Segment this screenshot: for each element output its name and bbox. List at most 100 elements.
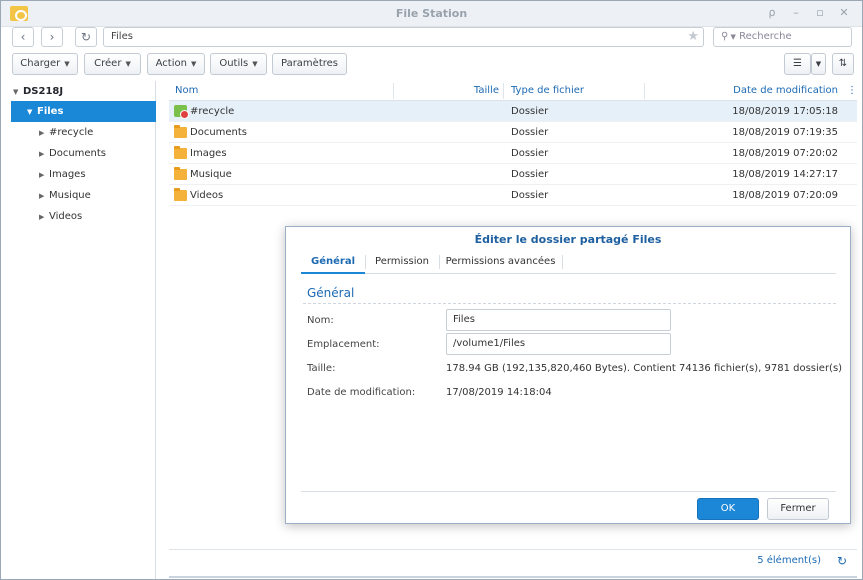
- emplacement-field[interactable]: /volume1/Files: [446, 333, 671, 355]
- sidebar-item-files[interactable]: ▼ Files: [11, 101, 156, 122]
- path-input[interactable]: Files ★: [103, 27, 704, 47]
- scrollbar[interactable]: [169, 576, 857, 578]
- chevron-right-icon: ›: [49, 30, 55, 44]
- outils-label: Outils: [219, 58, 249, 69]
- sidebar-item-musique[interactable]: ▶ Musique: [11, 185, 156, 206]
- search-placeholder: Recherche: [739, 31, 792, 42]
- title-bar: File Station ⍴ – ▫ ✕: [1, 1, 862, 27]
- creer-button[interactable]: Créer ▼: [84, 53, 141, 75]
- row-name: Documents: [190, 127, 248, 138]
- date-label: Date de modification:: [307, 387, 416, 398]
- edit-shared-folder-dialog: Éditer le dossier partagé Files Général …: [285, 226, 851, 524]
- sidebar-item-label: Musique: [49, 190, 91, 201]
- row-name: Musique: [190, 169, 232, 180]
- chevron-left-icon: ‹: [20, 30, 26, 44]
- table-row[interactable]: Videos Dossier 18/08/2019 07:20:09: [169, 185, 857, 206]
- sidebar-item-videos[interactable]: ▶ Videos: [11, 206, 156, 227]
- tab-permission[interactable]: Permission: [366, 251, 438, 274]
- row-type: Dossier: [511, 169, 549, 180]
- nom-label: Nom:: [307, 315, 334, 326]
- chevron-down-icon: ▼: [728, 33, 736, 41]
- header-name[interactable]: Nom: [175, 81, 198, 101]
- dialog-footer-divider: [301, 491, 836, 492]
- refresh-button[interactable]: ↻: [75, 27, 97, 47]
- fermer-button[interactable]: Fermer: [767, 498, 829, 520]
- section-title: Général: [307, 286, 355, 300]
- ok-button[interactable]: OK: [697, 498, 759, 520]
- nom-field[interactable]: Files: [446, 309, 671, 331]
- sidebar-item-recycle[interactable]: ▶ #recycle: [11, 122, 156, 143]
- row-date: 18/08/2019 07:20:02: [732, 148, 838, 159]
- star-icon[interactable]: ★: [687, 28, 699, 46]
- recycle-bin-icon: [174, 105, 189, 119]
- minimize-icon[interactable]: –: [789, 6, 803, 20]
- charger-button[interactable]: Charger ▼: [12, 53, 78, 75]
- column-menu-icon[interactable]: ⋮: [847, 81, 857, 101]
- search-input[interactable]: ⚲ ▼ Recherche: [713, 27, 852, 47]
- row-date: 18/08/2019 07:19:35: [732, 127, 838, 138]
- pin-icon[interactable]: ⍴: [765, 6, 779, 20]
- triangle-right-icon: ▶: [39, 213, 45, 221]
- taille-label: Taille:: [307, 363, 336, 374]
- row-date: 18/08/2019 17:05:18: [732, 106, 838, 117]
- charger-label: Charger: [20, 58, 61, 69]
- table-row[interactable]: Images Dossier 18/08/2019 07:20:02: [169, 143, 857, 164]
- header-divider: [503, 83, 504, 99]
- list-header: Nom Taille Type de fichier Date de modif…: [169, 81, 857, 101]
- dialog-tabs: Général Permission Permissions avancées: [301, 251, 836, 274]
- header-divider: [393, 83, 394, 99]
- table-row[interactable]: Musique Dossier 18/08/2019 14:27:17: [169, 164, 857, 185]
- close-icon[interactable]: ✕: [837, 6, 851, 20]
- tab-divider: [562, 255, 563, 269]
- tab-general[interactable]: Général: [301, 251, 365, 274]
- list-view-button[interactable]: ☰: [784, 53, 811, 75]
- tree-root-ds218j[interactable]: ▼ DS218J: [13, 86, 63, 97]
- sidebar-item-documents[interactable]: ▶ Documents: [11, 143, 156, 164]
- chevron-down-icon: ▼: [64, 60, 70, 68]
- refresh-icon[interactable]: ↻: [837, 554, 847, 568]
- creer-label: Créer: [94, 58, 122, 69]
- triangle-right-icon: ▶: [39, 192, 45, 200]
- row-name: Videos: [190, 190, 224, 201]
- sort-button[interactable]: ⇅: [832, 53, 854, 75]
- row-type: Dossier: [511, 127, 549, 138]
- sidebar-item-label: Files: [37, 106, 64, 117]
- header-size[interactable]: Taille: [395, 81, 499, 101]
- folder-icon: [174, 146, 187, 159]
- table-row[interactable]: #recycle Dossier 18/08/2019 17:05:18: [169, 101, 857, 122]
- folder-icon: [174, 125, 187, 138]
- outils-button[interactable]: Outils ▼: [210, 53, 267, 75]
- folder-icon: [174, 167, 187, 180]
- row-name: #recycle: [190, 106, 235, 117]
- row-date: 18/08/2019 07:20:09: [732, 190, 838, 201]
- sort-icon: ⇅: [838, 58, 848, 69]
- navigation-bar: ‹ › ↻ Files ★ ⚲ ▼ Recherche: [1, 27, 862, 49]
- triangle-right-icon: ▶: [39, 129, 45, 137]
- table-row[interactable]: Documents Dossier 18/08/2019 07:19:35: [169, 122, 857, 143]
- action-label: Action: [155, 58, 187, 69]
- row-type: Dossier: [511, 148, 549, 159]
- header-date[interactable]: Date de modification: [647, 81, 838, 101]
- action-toolbar: Charger ▼ Créer ▼ Action ▼ Outils ▼ Paramètr…: [1, 53, 862, 77]
- row-type: Dossier: [511, 106, 549, 117]
- chevron-down-icon: ▼: [125, 60, 131, 68]
- section-divider: [303, 303, 836, 304]
- action-button[interactable]: Action ▼: [147, 53, 205, 75]
- maximize-icon[interactable]: ▫: [813, 6, 827, 20]
- sidebar-item-images[interactable]: ▶ Images: [11, 164, 156, 185]
- parametres-button[interactable]: Paramètres: [272, 53, 347, 75]
- forward-button[interactable]: ›: [41, 27, 63, 47]
- triangle-down-icon: ▼: [13, 88, 19, 96]
- header-divider: [644, 83, 645, 99]
- folder-icon: [174, 188, 187, 201]
- chevron-down-icon: ▼: [190, 60, 197, 68]
- view-dropdown-button[interactable]: ▼: [811, 53, 826, 75]
- status-bar: 5 élément(s) ↻: [169, 549, 857, 573]
- tab-permissions-avancees[interactable]: Permissions avancées: [440, 251, 561, 274]
- header-type[interactable]: Type de fichier: [511, 81, 584, 101]
- chevron-down-icon: ▼: [252, 60, 258, 68]
- chevron-down-icon: ▼: [815, 60, 822, 68]
- sidebar-item-label: Images: [49, 169, 86, 180]
- back-button[interactable]: ‹: [12, 27, 34, 47]
- file-list: Nom Taille Type de fichier Date de modif…: [169, 81, 857, 206]
